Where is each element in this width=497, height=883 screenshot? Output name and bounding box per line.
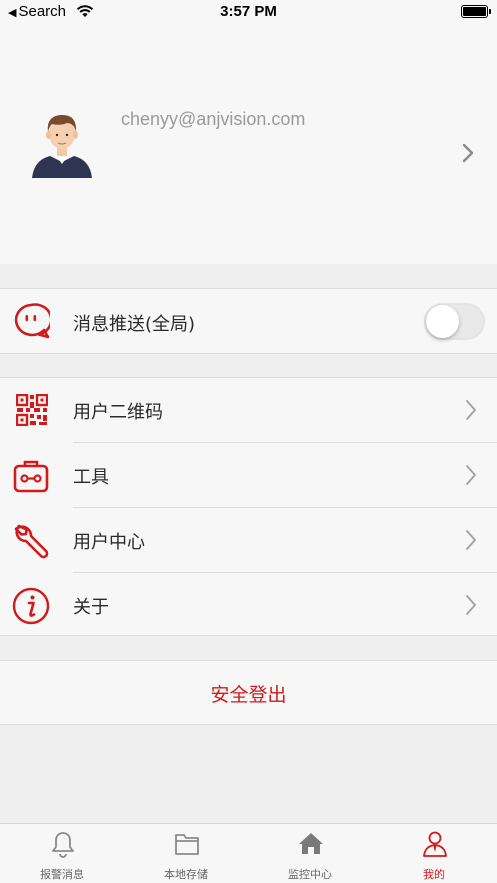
menu-item-label: 工具: [73, 467, 109, 488]
push-notification-label: 消息推送(全局): [73, 314, 196, 335]
push-settings-group: 消息推送(全局): [0, 288, 497, 354]
user-email: chenyy@anjvision.com: [121, 109, 306, 129]
tab-label: 监控中心: [288, 868, 332, 881]
tab-bar: 报警消息 本地存储 监控中心 我的: [0, 823, 497, 883]
tab-local-storage[interactable]: 本地存储: [124, 824, 248, 883]
tab-monitor-center[interactable]: 监控中心: [248, 824, 372, 883]
profile-header[interactable]: chenyy@anjvision.com: [0, 26, 497, 264]
menu-item-qr-code[interactable]: 用户二维码: [0, 378, 497, 442]
menu-item-user-center[interactable]: 用户中心: [0, 508, 497, 572]
wrench-icon: [14, 524, 49, 559]
status-time: 3:57 PM: [220, 3, 277, 20]
user-avatar-icon: [32, 114, 92, 178]
battery-icon: [461, 5, 491, 18]
menu-item-label: 关于: [73, 597, 109, 618]
chevron-right-icon: [462, 143, 474, 163]
chevron-right-icon: [466, 400, 476, 420]
bell-icon: [52, 832, 74, 858]
home-icon: [299, 833, 323, 854]
chevron-right-icon: [466, 530, 476, 550]
chevron-right-icon: [466, 465, 476, 485]
push-notification-row: 消息推送(全局): [0, 289, 497, 353]
qr-code-icon: [16, 394, 48, 426]
info-icon: [12, 587, 50, 625]
menu-group: 用户二维码 工具 用户中心 关于: [0, 377, 497, 636]
logout-label: 安全登出: [210, 684, 287, 706]
menu-item-label: 用户中心: [73, 532, 145, 553]
toolbox-icon: [13, 460, 49, 493]
menu-item-tools[interactable]: 工具: [0, 443, 497, 507]
message-bubble-icon: [14, 303, 50, 339]
menu-item-about[interactable]: 关于: [0, 573, 497, 637]
menu-item-label: 用户二维码: [73, 402, 163, 423]
tab-label: 本地存储: [164, 868, 208, 881]
status-bar: ◀ Search 3:57 PM: [0, 0, 497, 26]
push-notification-toggle[interactable]: [424, 303, 485, 340]
folder-icon: [175, 834, 199, 855]
tab-mine[interactable]: 我的: [372, 824, 496, 883]
logout-button[interactable]: 安全登出: [0, 660, 497, 725]
person-icon: [423, 831, 447, 857]
tab-label: 我的: [423, 868, 445, 881]
chevron-right-icon: [466, 595, 476, 615]
tab-label: 报警消息: [40, 868, 84, 881]
tab-alarm-messages[interactable]: 报警消息: [0, 824, 124, 883]
toggle-knob: [426, 305, 459, 338]
